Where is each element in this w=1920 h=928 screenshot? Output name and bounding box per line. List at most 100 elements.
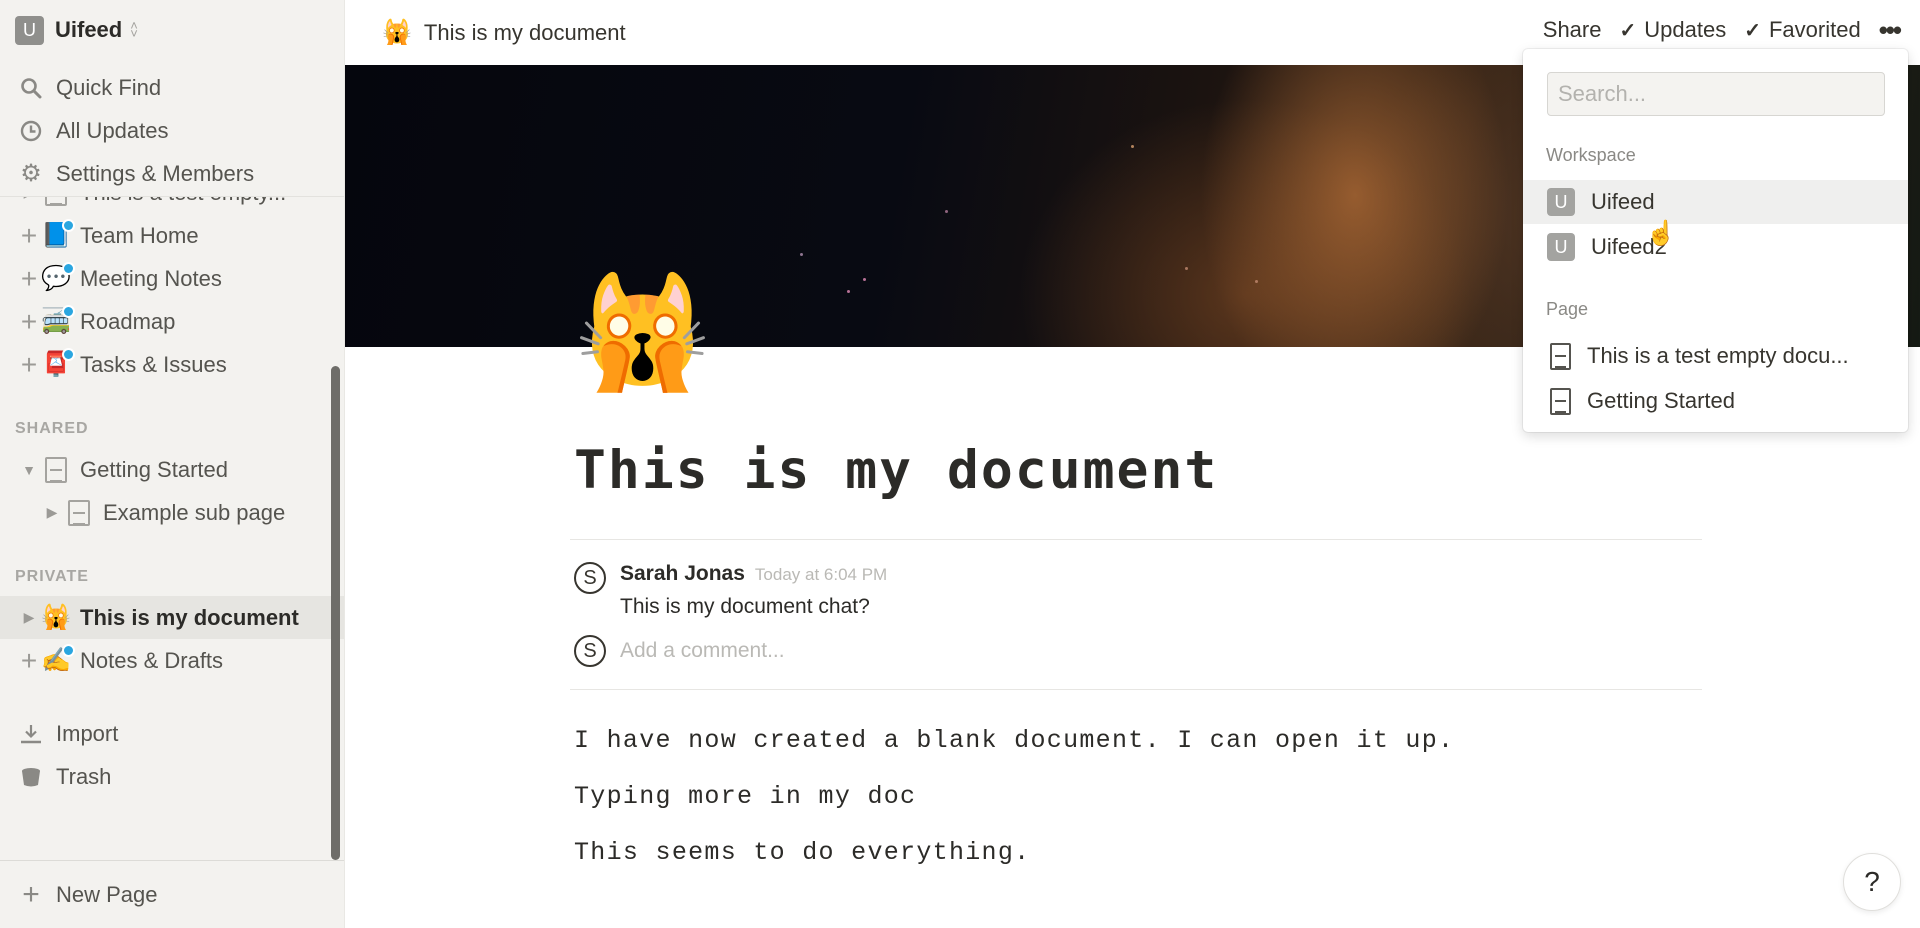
collapse-toggle-icon[interactable]: ▼ <box>17 462 41 478</box>
sidebar-page-tasks-issues[interactable]: + 📮 Tasks & Issues <box>0 343 344 386</box>
share-label: Share <box>1542 17 1602 42</box>
sidebar-page-label: Example sub page <box>103 499 286 525</box>
document-icon <box>41 455 71 485</box>
text-block[interactable]: Typing more in my doc <box>574 768 1702 824</box>
sidebar-page-notes-drafts[interactable]: + ✍️ Notes & Drafts <box>0 639 344 682</box>
sidebar-item-trash[interactable]: Trash <box>0 755 344 798</box>
page-icon-weary-cat[interactable]: 🙀 <box>574 278 711 388</box>
comment-timestamp: Today at 6:04 PM <box>754 565 888 584</box>
update-badge <box>62 218 75 232</box>
updates-label: Updates <box>1644 17 1727 42</box>
more-options-icon[interactable]: ••• <box>1879 15 1902 46</box>
workspace-avatar: U <box>15 15 44 45</box>
add-comment-row: S <box>574 635 1702 667</box>
sidebar-item-label: All Updates <box>56 117 169 143</box>
sidebar-scrollbar[interactable] <box>331 366 340 860</box>
sidebar-item-label: Settings & Members <box>56 160 255 186</box>
plus-icon: + <box>22 877 40 911</box>
add-subpage-icon[interactable]: + <box>17 645 41 677</box>
workspace-name: Uifeed <box>55 17 123 42</box>
page-option-label: Getting Started <box>1587 388 1735 413</box>
page-body: I have now created a blank document. I c… <box>570 712 1702 880</box>
sidebar-page-meeting-notes[interactable]: + 💬 Meeting Notes <box>0 257 344 300</box>
page-option[interactable]: This is a test empty docu... <box>1523 334 1908 378</box>
sidebar-page-roadmap[interactable]: + 🚎 Roadmap <box>0 300 344 343</box>
sidebar-page-test-empty[interactable]: ▶ This is a test empty... <box>0 197 344 214</box>
breadcrumb-title: This is my document <box>423 19 626 45</box>
workspace-option-uifeed2[interactable]: U Uifeed2 <box>1523 225 1908 269</box>
comment-text: This is my document chat? <box>620 595 870 618</box>
update-badge <box>62 304 75 318</box>
text-block[interactable]: I have now created a blank document. I c… <box>574 712 1702 768</box>
trash-icon <box>19 765 43 789</box>
add-subpage-icon[interactable]: + <box>17 349 41 381</box>
breadcrumb[interactable]: 🙀 This is my document <box>382 18 626 47</box>
search-icon <box>19 76 43 100</box>
workspace-avatar: U <box>1547 233 1575 261</box>
update-badge <box>62 347 75 361</box>
sidebar-page-label: Team Home <box>80 222 199 248</box>
add-subpage-icon[interactable]: + <box>17 306 41 338</box>
postbox-icon: 📮 <box>41 347 75 380</box>
expand-toggle-icon[interactable]: ▶ <box>40 504 64 521</box>
sidebar-page-label: Meeting Notes <box>80 265 222 291</box>
text-block[interactable]: This seems to do everything. <box>574 824 1702 880</box>
sidebar-item-quick-find[interactable]: Quick Find <box>0 66 344 109</box>
workspace-option-label: Uifeed2 <box>1591 234 1667 259</box>
updates-button[interactable]: ✓ Updates <box>1619 17 1726 43</box>
workspace-switcher[interactable]: U Uifeed ˄ ˅ <box>15 15 138 45</box>
weary-cat-icon: 🙀 <box>41 604 71 631</box>
dropdown-search-input[interactable] <box>1547 72 1885 116</box>
help-button[interactable]: ? <box>1843 853 1901 911</box>
page-title[interactable]: This is my document <box>574 440 1702 501</box>
comments-section: S Sarah Jonas Today at 6:04 PM This is m… <box>570 540 1702 689</box>
update-badge <box>62 643 75 657</box>
page-option-label: This is a test empty docu... <box>1587 343 1849 368</box>
expand-toggle-icon[interactable]: ▶ <box>17 609 41 626</box>
sidebar-top-nav: Quick Find All Updates ⚙ Settings & Memb… <box>0 66 344 195</box>
sidebar-page-example-sub-page[interactable]: ▶ Example sub page <box>0 491 344 534</box>
page-option[interactable]: Getting Started <box>1523 379 1908 423</box>
section-label-private: PRIVATE <box>15 568 89 585</box>
new-page-button[interactable]: + New Page <box>0 860 344 928</box>
favorited-button[interactable]: ✓ Favorited <box>1744 17 1860 43</box>
sidebar: U Uifeed ˄ ˅ Quick Find All Updates ⚙ Set… <box>0 0 345 928</box>
add-subpage-icon[interactable]: + <box>17 263 41 295</box>
import-icon <box>19 722 43 746</box>
section-label-page: Page <box>1546 299 1589 319</box>
add-subpage-icon[interactable]: + <box>17 220 41 252</box>
sidebar-page-team-home[interactable]: + 📘 Team Home <box>0 214 344 257</box>
workspace-option-uifeed[interactable]: U Uifeed <box>1523 180 1908 224</box>
comment-author: Sarah Jonas <box>620 562 745 585</box>
sidebar-page-label: Roadmap <box>80 308 176 334</box>
document-icon <box>1550 342 1571 370</box>
sidebar-item-import[interactable]: Import <box>0 712 344 755</box>
weary-cat-icon: 🙀 <box>382 19 412 46</box>
sidebar-page-label: This is a test empty... <box>80 197 286 206</box>
clock-icon <box>19 119 43 143</box>
sidebar-item-label: Quick Find <box>56 74 162 100</box>
gear-icon: ⚙ <box>20 160 42 187</box>
update-badge <box>62 261 75 275</box>
add-comment-input[interactable] <box>620 639 1220 663</box>
sidebar-item-settings[interactable]: ⚙ Settings & Members <box>0 152 344 195</box>
share-button[interactable]: Share <box>1543 17 1602 43</box>
document-icon <box>64 498 94 528</box>
avatar[interactable]: S <box>574 562 606 594</box>
writing-hand-icon: ✍️ <box>41 643 75 676</box>
divider <box>570 689 1702 690</box>
section-label-shared: SHARED <box>15 420 89 437</box>
trolleybus-icon: 🚎 <box>41 304 75 337</box>
document-icon <box>1550 387 1571 415</box>
comment: S Sarah Jonas Today at 6:04 PM This is m… <box>574 562 1702 619</box>
section-label-workspace: Workspace <box>1546 145 1636 165</box>
blue-book-icon: 📘 <box>41 218 75 251</box>
sidebar-item-all-updates[interactable]: All Updates <box>0 109 344 152</box>
sidebar-page-getting-started[interactable]: ▼ Getting Started <box>0 448 344 491</box>
favorited-label: Favorited <box>1768 17 1861 42</box>
sidebar-item-label: Import <box>56 720 119 746</box>
sidebar-page-this-is-my-document[interactable]: ▶ 🙀 This is my document <box>0 596 344 639</box>
expand-toggle-icon[interactable]: ▶ <box>17 197 41 201</box>
new-page-label: New Page <box>56 881 158 907</box>
chevron-up-down-icon: ˄ ˅ <box>130 18 138 41</box>
